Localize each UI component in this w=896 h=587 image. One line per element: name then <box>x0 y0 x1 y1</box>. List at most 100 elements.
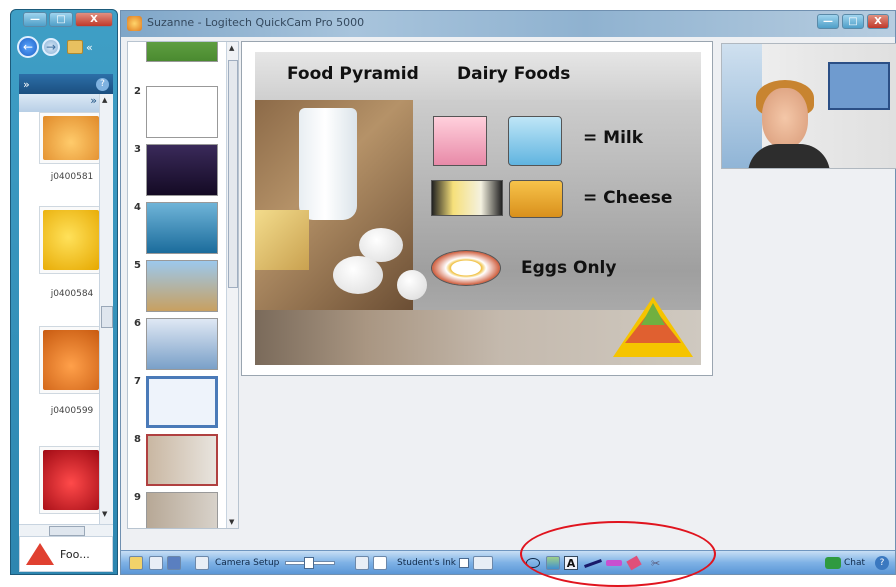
slide-thumbnail[interactable] <box>146 86 218 138</box>
students-ink-label: Student's Ink <box>397 558 457 568</box>
horizontal-scrollbar[interactable] <box>19 524 113 536</box>
slide-thumbnail[interactable] <box>146 42 218 62</box>
scroll-up-icon[interactable]: ▲ <box>229 44 234 52</box>
slide-item[interactable]: 5 <box>128 260 228 316</box>
window-share-icon[interactable] <box>473 555 493 571</box>
scroll-up-icon[interactable]: ▲ <box>102 96 107 104</box>
maximize-button[interactable]: □ <box>49 12 73 27</box>
clip-art-list: » j0400581 j0400584 j0400599 ▲ ▼ <box>19 94 113 524</box>
current-slide: Food Pyramid Dairy Foods = Milk = Cheese… <box>255 52 701 365</box>
scroll-thumb[interactable] <box>101 306 113 328</box>
clip-item[interactable] <box>39 446 103 514</box>
food-pyramid-icon <box>26 543 54 565</box>
webcam-icon[interactable] <box>195 555 209 571</box>
slide-number: 4 <box>134 202 141 213</box>
vertical-scrollbar[interactable]: ▲ ▼ <box>99 94 113 524</box>
slide-number: 3 <box>134 144 141 155</box>
slider-knob[interactable] <box>304 557 314 569</box>
back-chevron-icon[interactable]: « <box>86 41 93 54</box>
slide-thumbnail[interactable] <box>146 318 218 370</box>
left-window-caption-buttons: — □ X <box>23 12 113 27</box>
pointer-icon[interactable] <box>373 555 387 571</box>
slide-title-right: Dairy Foods <box>457 64 571 84</box>
eggs-label: Eggs Only <box>521 258 617 278</box>
slide-thumbnail[interactable] <box>146 202 218 254</box>
milk-drink-icon <box>433 116 487 166</box>
slide-thumbnail-selected[interactable] <box>146 434 218 486</box>
slide-scrollbar[interactable]: ▲ ▼ <box>226 42 238 528</box>
egg-image <box>333 256 383 294</box>
hscroll-thumb[interactable] <box>49 526 85 536</box>
slide-header: Food Pyramid Dairy Foods <box>255 52 701 100</box>
cheese-block-image <box>255 210 309 270</box>
help-icon[interactable]: ? <box>96 77 109 91</box>
slider-track[interactable] <box>285 557 335 569</box>
cheese-wedge-icon <box>509 180 563 218</box>
wall-map-right <box>828 62 890 110</box>
ellipse-tool-icon[interactable] <box>526 555 540 571</box>
minimize-button[interactable]: — <box>817 14 839 29</box>
slide-thumbnail[interactable] <box>146 492 218 528</box>
scroll-down-icon[interactable]: ▼ <box>102 510 107 518</box>
pen-tool-icon[interactable] <box>584 555 602 571</box>
close-button[interactable]: X <box>75 12 113 27</box>
slide-title-left: Food Pyramid <box>287 64 419 84</box>
title-caption-buttons: — □ X <box>817 14 889 29</box>
volume-slider[interactable] <box>285 555 335 571</box>
slide-item[interactable]: 8 <box>128 434 228 490</box>
slide-item[interactable] <box>128 42 228 62</box>
help-icon: ? <box>875 556 889 570</box>
slide-thumbnail[interactable] <box>146 144 218 196</box>
scroll-down-icon[interactable]: ▼ <box>229 518 234 526</box>
list-chevron-icon[interactable]: » <box>90 94 97 107</box>
eraser-tool-icon[interactable] <box>626 555 642 571</box>
slide-item[interactable]: 3 <box>128 144 228 200</box>
milk-glass-image <box>299 108 357 220</box>
open-icon[interactable] <box>129 555 143 571</box>
slide-number: 7 <box>134 376 141 387</box>
camera-setup-button[interactable]: Camera Setup <box>215 555 279 571</box>
presenter-face <box>762 88 808 148</box>
strawberry-image <box>43 450 99 510</box>
folder-icon[interactable] <box>67 40 83 54</box>
forward-arrow-icon[interactable]: → <box>42 38 60 56</box>
highlighter-tool-icon[interactable] <box>606 555 622 571</box>
slide-number: 2 <box>134 86 141 97</box>
cheese-plate-icon <box>431 180 503 216</box>
clip-item[interactable] <box>39 206 103 274</box>
title-bar: Suzanne - Logitech QuickCam Pro 5000 — □… <box>121 11 895 37</box>
scissors-tool-icon[interactable]: ✂ <box>651 555 660 571</box>
clip-label: j0400584 <box>50 289 94 299</box>
new-page-icon[interactable] <box>355 555 369 571</box>
slide-item[interactable]: 4 <box>128 202 228 258</box>
slide-item[interactable]: 9 <box>128 492 228 528</box>
pane-chevron-icon[interactable]: » <box>23 78 30 91</box>
image-tool-icon[interactable] <box>546 555 560 571</box>
close-button[interactable]: X <box>867 14 889 29</box>
slide-item[interactable]: 2 <box>128 86 228 142</box>
back-arrow-icon[interactable]: ← <box>17 36 39 58</box>
save-icon[interactable] <box>167 555 181 571</box>
slide-item[interactable]: 7 <box>128 376 228 432</box>
slide-thumbnail[interactable] <box>146 376 218 428</box>
clip-label: j0400581 <box>50 172 94 182</box>
taskbar-item[interactable]: Foo... <box>19 536 113 572</box>
clip-item[interactable] <box>39 326 103 394</box>
help-button[interactable]: ? <box>875 555 889 571</box>
scroll-thumb[interactable] <box>228 60 238 288</box>
bottom-toolbar: Camera Setup Student's Ink A ✂ Chat ? <box>121 550 895 574</box>
students-ink-toggle[interactable]: Student's Ink <box>397 555 470 571</box>
clip-item[interactable] <box>39 112 103 164</box>
webcam-video <box>721 43 896 169</box>
slide-item[interactable]: 6 <box>128 318 228 374</box>
slide-sorter: 2 3 4 5 6 7 8 9 ▲ ▼ <box>127 41 239 529</box>
clip-art-window: — □ X ← → « » ? » j0400581 j0400584 j040… <box>10 9 118 575</box>
minimize-button[interactable]: — <box>23 12 47 27</box>
students-ink-checkbox[interactable] <box>459 558 470 568</box>
print-icon[interactable] <box>149 555 163 571</box>
maximize-button[interactable]: □ <box>842 14 864 29</box>
food-pyramid-top <box>641 303 665 325</box>
text-tool-icon[interactable]: A <box>564 555 578 571</box>
chat-button[interactable]: Chat <box>825 555 865 571</box>
slide-thumbnail[interactable] <box>146 260 218 312</box>
